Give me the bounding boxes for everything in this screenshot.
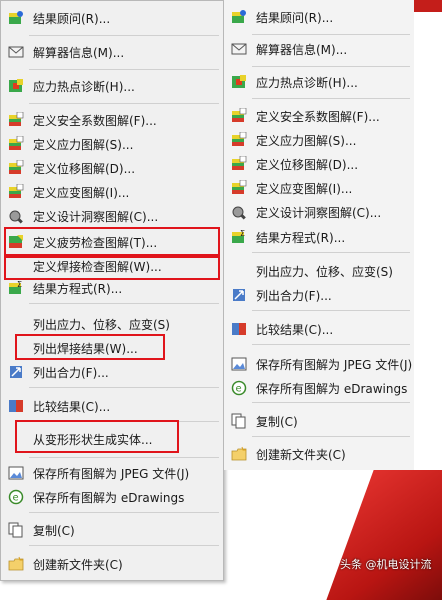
menu-item-design-insight[interactable]: 定义设计洞察图解(C)... [1,205,223,227]
highlight-box-deformed-body [15,420,179,453]
menu-item-strain-plot[interactable]: 定义应变图解(I)... [1,181,223,203]
menu-item-design-insight[interactable]: 定义设计洞察图解(C)... [224,201,414,223]
menu-item-stress-plot[interactable]: 定义应力图解(S)... [1,133,223,155]
new-folder-icon [8,556,24,571]
menu-item-solver-info[interactable]: 解算器信息(M)... [224,38,414,60]
menu-separator [252,310,410,311]
menu-separator [252,98,410,99]
envelope-icon [8,46,24,58]
displacement-plot-icon [8,160,24,175]
menu-separator [29,35,219,36]
menu-item-compare-results[interactable]: 比较结果(C)... [1,395,223,417]
result-equation-icon [9,280,23,294]
menu-separator [252,252,410,253]
compare-results-icon [9,400,23,412]
menu-item-copy[interactable]: 复制(C) [1,519,223,541]
results-advisor-icon [232,10,246,23]
menu-separator [252,436,410,437]
menu-item-results-advisor[interactable]: 结果顾问(R)... [1,7,223,29]
design-insight-icon [9,210,24,224]
context-menu-right: 结果顾问(R)... 解算器信息(M)... 应力热点诊断(H)... 定义安全… [224,0,414,470]
edrawings-icon [8,489,24,505]
menu-separator [252,66,410,67]
menu-separator [29,545,219,546]
save-jpeg-icon [8,466,24,480]
menu-separator [29,103,219,104]
copy-icon [8,522,23,538]
design-insight-icon [232,206,247,220]
envelope-icon [231,43,247,55]
menu-separator [29,457,219,458]
menu-item-stress-plot[interactable]: 定义应力图解(S)... [224,129,414,151]
compare-results-icon [232,323,246,335]
menu-item-list-stress[interactable]: 列出应力、位移、应变(S) [1,313,223,335]
menu-item-results-advisor[interactable]: 结果顾问(R)... [224,6,414,28]
resultant-force-icon [9,365,23,379]
menu-separator [252,34,410,35]
menu-item-new-folder[interactable]: 创建新文件夹(C) [1,553,223,575]
result-equation-icon [232,229,246,243]
menu-item-result-equation[interactable]: 结果方程式(R)... [224,226,414,248]
factor-of-safety-icon [8,112,24,127]
factor-of-safety-icon [231,108,247,123]
menu-item-hotspot[interactable]: 应力热点诊断(H)... [224,71,414,93]
menu-item-compare-results[interactable]: 比较结果(C)... [224,318,414,340]
menu-separator [29,512,219,513]
highlight-box-weld-check [4,254,220,280]
menu-item-strain-plot[interactable]: 定义应变图解(I)... [224,177,414,199]
menu-item-list-stress[interactable]: 列出应力、位移、应变(S) [224,260,414,282]
edrawings-icon [231,380,247,396]
menu-item-displacement-plot[interactable]: 定义位移图解(D)... [1,157,223,179]
stress-plot-icon [231,132,247,147]
highlight-box-list-weld [15,334,165,360]
menu-item-hotspot[interactable]: 应力热点诊断(H)... [1,75,223,97]
menu-item-save-edrawings[interactable]: 保存所有图解为 eDrawings [1,486,223,508]
menu-item-factor-of-safety[interactable]: 定义安全系数图解(F)... [224,105,414,127]
menu-item-new-folder[interactable]: 创建新文件夹(C) [224,443,414,465]
strain-plot-icon [231,180,247,195]
menu-item-save-jpeg[interactable]: 保存所有图解为 JPEG 文件(J) [1,462,223,484]
new-folder-icon [231,446,247,461]
watermark: 头条 @机电设计流 [340,558,432,571]
menu-item-list-resultant-force[interactable]: 列出合力(F)... [1,361,223,383]
save-jpeg-icon [231,357,247,371]
context-menu-left: 结果顾问(R)... 解算器信息(M)... 应力热点诊断(H)... 定义安全… [0,0,224,581]
menu-separator [252,402,410,403]
menu-item-factor-of-safety[interactable]: 定义安全系数图解(F)... [1,109,223,131]
copy-icon [231,413,246,429]
hotspot-icon [232,75,246,88]
menu-separator [29,303,219,304]
menu-item-copy[interactable]: 复制(C) [224,410,414,432]
strain-plot-icon [8,184,24,199]
menu-separator [29,69,219,70]
menu-item-solver-info[interactable]: 解算器信息(M)... [1,41,223,63]
stress-plot-icon [8,136,24,151]
menu-separator [29,387,219,388]
results-advisor-icon [9,11,23,24]
menu-item-save-jpeg[interactable]: 保存所有图解为 JPEG 文件(J) [224,353,414,375]
menu-item-list-resultant-force[interactable]: 列出合力(F)... [224,284,414,306]
menu-separator [252,344,410,345]
displacement-plot-icon [231,156,247,171]
menu-item-result-equation[interactable]: 结果方程式(R)... [1,277,223,299]
menu-item-displacement-plot[interactable]: 定义位移图解(D)... [224,153,414,175]
menu-item-save-edrawings[interactable]: 保存所有图解为 eDrawings [224,377,414,399]
hotspot-icon [9,79,23,92]
resultant-force-icon [232,288,246,302]
